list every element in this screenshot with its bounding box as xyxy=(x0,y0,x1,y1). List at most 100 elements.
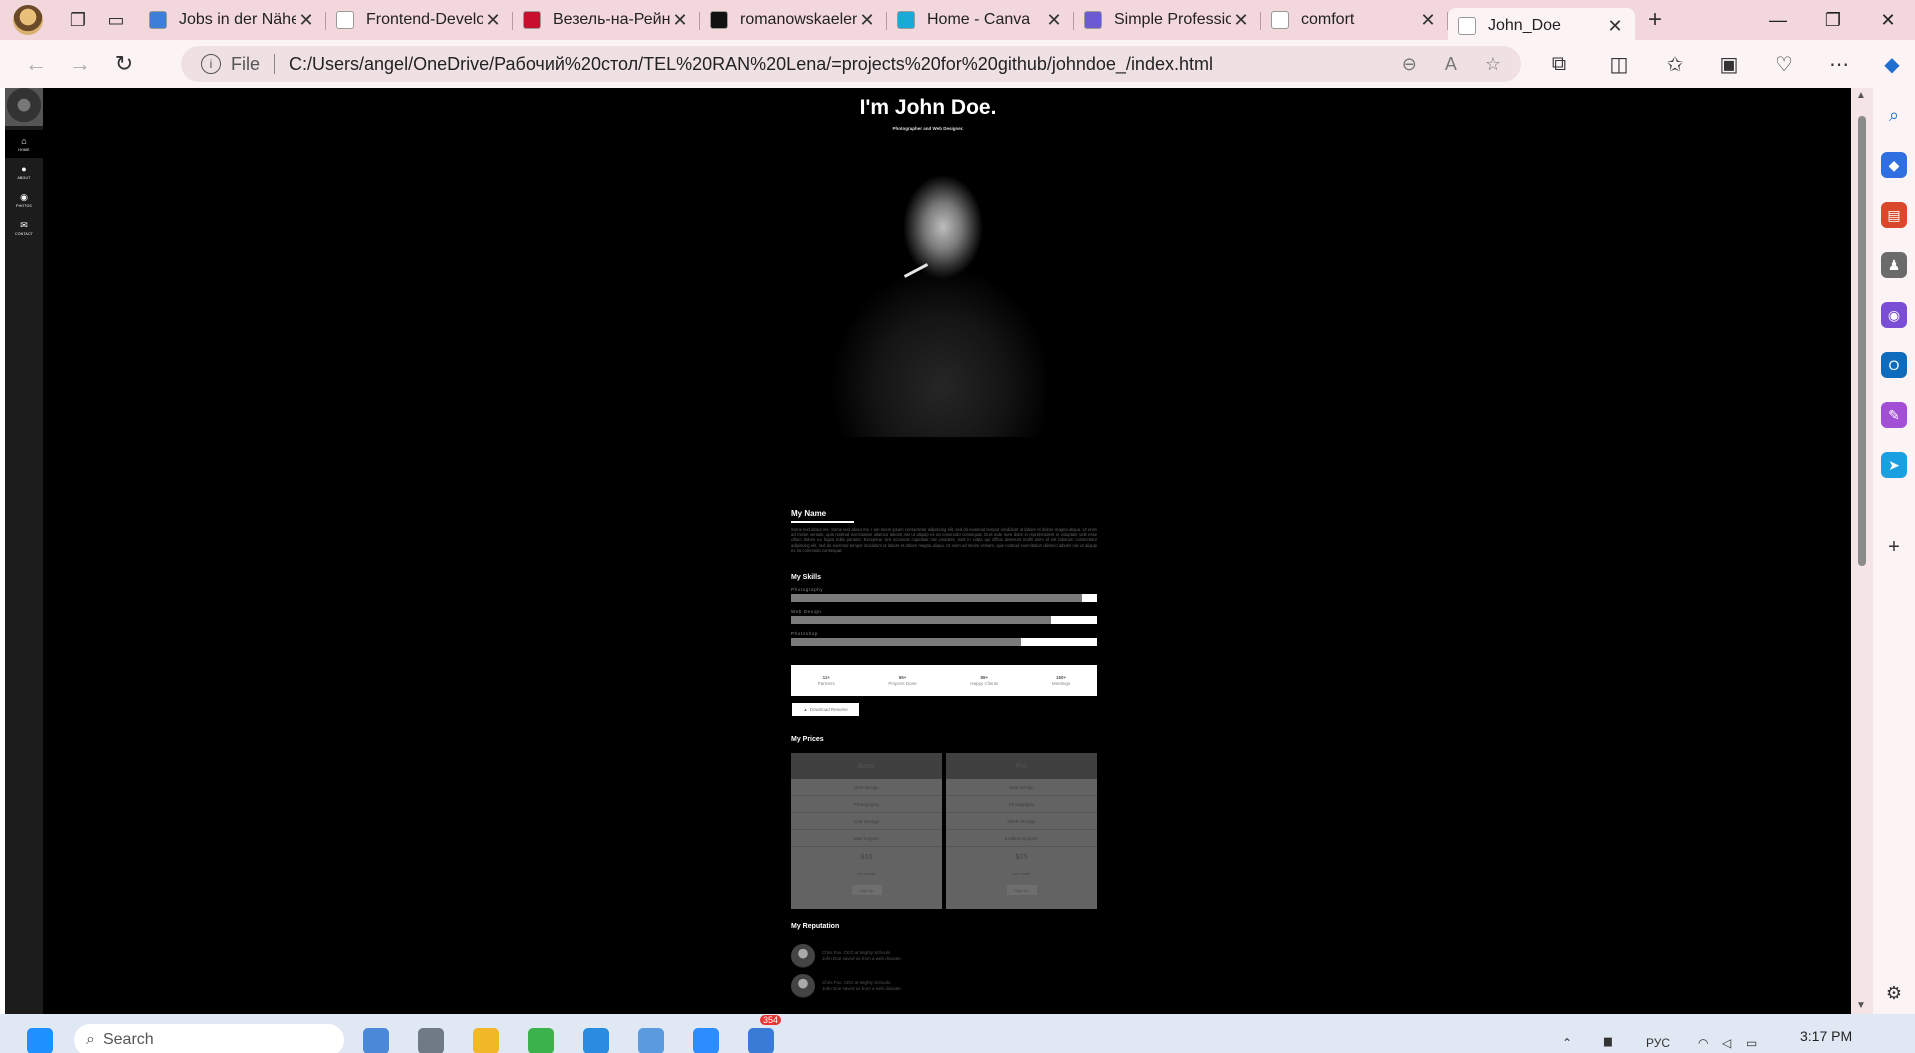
user-icon: ▲ xyxy=(803,707,808,712)
split-screen-icon[interactable]: ◫ xyxy=(1601,46,1637,82)
read-aloud-icon[interactable]: A xyxy=(1445,54,1457,75)
workspaces-icon[interactable]: ❐ xyxy=(59,4,97,36)
tab-actions-icon[interactable]: ▭ xyxy=(97,4,135,36)
edge-sidebar: ⌕ ◆ ▤ ♟ ◉ O ✎ ➤ + ⚙ xyxy=(1873,88,1915,1014)
j-icon xyxy=(149,11,167,29)
clock-time[interactable]: 3:17 PM xyxy=(1800,1028,1852,1044)
telegram-icon[interactable] xyxy=(748,1028,774,1053)
close-icon[interactable]: ✕ xyxy=(670,10,690,31)
more-menu-icon[interactable]: ⋯ xyxy=(1821,46,1857,82)
testimonial-quote: John Doe saved us from a web disaster. xyxy=(822,956,903,961)
user-icon: ● xyxy=(21,164,27,174)
back-icon[interactable]: ← xyxy=(14,46,58,82)
close-icon[interactable]: ✕ xyxy=(483,10,503,31)
file-explorer-icon[interactable] xyxy=(473,1028,499,1053)
url-text[interactable]: C:/Users/angel/OneDrive/Рабочий%20стол/T… xyxy=(289,54,1213,75)
taskbar-search[interactable]: ⌕ Search xyxy=(74,1024,344,1053)
close-icon[interactable]: ✕ xyxy=(1231,10,1251,31)
settings-app-icon[interactable] xyxy=(418,1028,444,1053)
browser-tab[interactable]: romanowskaelena ✕ xyxy=(700,4,887,36)
testimonial-text: Chris Fox. CEO at Mighty Schools. John Do… xyxy=(822,950,902,962)
wifi-icon[interactable]: ◠ xyxy=(1698,1036,1708,1050)
refresh-icon[interactable]: ↻ xyxy=(102,46,146,82)
testimonial-text: Chris Fox. CEO at Mighty Schools. John Do… xyxy=(822,980,902,992)
settings-gear-icon[interactable]: ⚙ xyxy=(1881,980,1907,1006)
sidebar-item-label: Contact xyxy=(14,232,34,236)
address-bar[interactable]: i File C:/Users/angel/OneDrive/Рабочий%2… xyxy=(181,46,1521,82)
scroll-up-arrow[interactable]: ▲ xyxy=(1856,90,1866,101)
battery-icon[interactable]: ▭ xyxy=(1746,1036,1757,1050)
sign-up-button[interactable]: Sign Up xyxy=(851,885,882,895)
plan-feature: Mail Support xyxy=(791,830,942,847)
tools-icon[interactable]: ▤ xyxy=(1881,202,1907,228)
divider xyxy=(274,54,276,74)
sidebar-item-about[interactable]: ● About xyxy=(5,158,43,186)
forward-icon[interactable]: → xyxy=(58,46,102,82)
close-icon[interactable]: ✕ xyxy=(296,10,316,31)
chrome-icon[interactable] xyxy=(528,1028,554,1053)
browser-tab[interactable]: Simple Professional✕ xyxy=(1074,4,1261,36)
info-icon[interactable]: i xyxy=(201,54,221,74)
portrait-photo xyxy=(791,137,1045,437)
designer-icon[interactable]: ✎ xyxy=(1881,402,1907,428)
close-icon[interactable]: ✕ xyxy=(857,10,877,31)
search-placeholder: Search xyxy=(102,1031,154,1048)
plan-price: $10 xyxy=(860,853,873,861)
scroll-thumb[interactable] xyxy=(1858,116,1866,566)
stats-panel: 11+ Partners 55+ Projects Done 89+ Happy Clie… xyxy=(791,665,1097,696)
flag-icon[interactable]: ▆ xyxy=(1604,1036,1612,1047)
browser-essentials-icon[interactable]: ♡ xyxy=(1766,46,1802,82)
copilot-icon[interactable]: ◆ xyxy=(1874,46,1910,82)
browser-tab[interactable]: Jobs in der Nähe ✕ xyxy=(139,4,326,36)
browser-tab[interactable]: Frontend-Developer✕ xyxy=(326,4,513,36)
sidebar-item-label: Home xyxy=(18,148,30,152)
scroll-down-arrow[interactable]: ▼ xyxy=(1856,1000,1866,1011)
close-icon[interactable]: ✕ xyxy=(1605,16,1625,37)
close-icon[interactable]: ✕ xyxy=(1418,10,1438,31)
restore-button[interactable]: ❐ xyxy=(1803,0,1863,40)
zoom-icon[interactable]: ⊖ xyxy=(1402,54,1417,75)
download-resume-button[interactable]: ▲ Download Resume xyxy=(792,703,859,716)
send-icon[interactable]: ➤ xyxy=(1881,452,1907,478)
collections-icon[interactable]: ▣ xyxy=(1711,46,1747,82)
taskbar: ⌕ Search 354 ⌃ ▆ РУС ◠ ◁ ▭ 3:17 PM xyxy=(0,1014,1915,1053)
volume-icon[interactable]: ◁ xyxy=(1722,1036,1731,1050)
close-icon[interactable]: ✕ xyxy=(1044,10,1064,31)
sign-up-button[interactable]: Sign Up xyxy=(1006,885,1037,895)
close-window-button[interactable]: ✕ xyxy=(1858,0,1915,40)
sidebar-item-home[interactable]: ⌂ Home xyxy=(5,130,43,158)
zoom-app-icon[interactable] xyxy=(693,1028,719,1053)
outlook-icon[interactable]: O xyxy=(1881,352,1907,378)
favorites-icon[interactable]: ✩ xyxy=(1657,46,1693,82)
shopping-icon[interactable]: ◆ xyxy=(1881,152,1907,178)
tray-chevron-icon[interactable]: ⌃ xyxy=(1562,1036,1572,1050)
about-heading: My Name xyxy=(791,509,827,518)
start-icon[interactable] xyxy=(27,1028,53,1053)
language-indicator[interactable]: РУС xyxy=(1646,1036,1670,1050)
search-icon[interactable]: ⌕ xyxy=(1881,102,1907,128)
page-subtitle: Photographer and Web Designer. xyxy=(892,126,964,131)
skill-progress-bar xyxy=(791,616,1097,624)
favorite-star-icon[interactable]: ☆ xyxy=(1485,54,1501,75)
sidebar-item-label: About xyxy=(17,176,31,180)
browser-tab[interactable]: John_Doe ✕ xyxy=(1448,8,1635,44)
store-icon[interactable] xyxy=(638,1028,664,1053)
copilot-app-icon[interactable] xyxy=(363,1028,389,1053)
new-tab-button[interactable]: + xyxy=(1635,6,1675,34)
minimize-button[interactable]: — xyxy=(1748,0,1808,40)
browser-tab[interactable]: comfort ✕ xyxy=(1261,4,1448,36)
skill-progress-bar xyxy=(791,638,1097,646)
extensions-icon[interactable]: ⧉ xyxy=(1541,46,1577,82)
sidebar-item-photos[interactable]: ◉ Photos xyxy=(5,186,43,214)
stat-label: Meetings xyxy=(1051,680,1071,686)
profile-avatar[interactable] xyxy=(13,5,43,35)
browser-tab[interactable]: Home - Canva ✕ xyxy=(887,4,1074,36)
add-icon[interactable]: + xyxy=(1881,534,1907,560)
games-icon[interactable]: ♟ xyxy=(1881,252,1907,278)
browser-tab[interactable]: Везель-на-Рейне ✕ xyxy=(513,4,700,36)
microsoft365-icon[interactable]: ◉ xyxy=(1881,302,1907,328)
page-scrollbar[interactable]: ▲ ▼ xyxy=(1851,88,1873,1014)
page-viewport: ⌂ Home ● About ◉ Photos ✉ Contact I'm John Doe.… xyxy=(5,88,1851,1014)
edge-app-icon[interactable] xyxy=(583,1028,609,1053)
sidebar-item-contact[interactable]: ✉ Contact xyxy=(5,214,43,242)
